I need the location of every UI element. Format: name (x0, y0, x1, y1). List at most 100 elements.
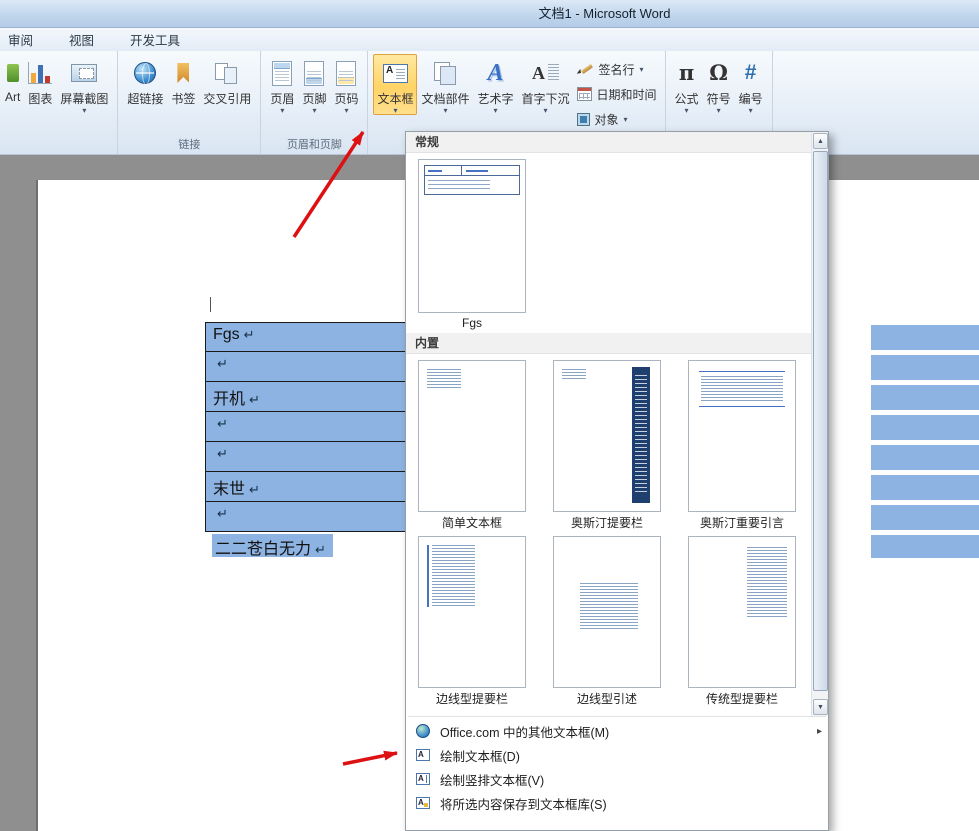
chevron-down-icon: ▾ (280, 107, 284, 114)
ribbon-group-header-footer: 页眉 ▾ 页脚 ▾ 页码 ▾ 页眉和页脚 (261, 51, 368, 154)
quick-parts-button[interactable]: 文档部件 ▾ (417, 54, 473, 114)
scroll-down-button[interactable]: ▼ (813, 699, 828, 715)
footer-label: 页脚 (302, 90, 326, 107)
number-button[interactable]: # 编号 ▾ (735, 54, 767, 114)
footer-button[interactable]: 页脚 ▾ (298, 54, 330, 114)
signature-pen-icon (577, 62, 594, 77)
symbol-button[interactable]: Ω 符号 ▾ (703, 54, 735, 114)
gallery-item-austin-sidebar[interactable] (553, 360, 661, 512)
gallery-item-austin-quote[interactable] (688, 360, 796, 512)
gallery-scrollbar[interactable]: ▲ ▼ (811, 132, 828, 716)
links-group-label: 链接 (118, 136, 260, 152)
submenu-arrow-icon: ▸ (817, 726, 822, 737)
number-label: 编号 (739, 90, 763, 107)
chart-label: 图表 (28, 90, 52, 107)
simple-text-box-preview (427, 369, 461, 389)
cross-reference-icon (215, 63, 239, 83)
number-sign-icon: # (745, 62, 757, 84)
draw-text-box-icon: A (415, 747, 431, 763)
calendar-icon (577, 87, 592, 101)
gallery-item-edge-quote[interactable] (553, 536, 661, 688)
chart-icon (28, 62, 52, 84)
gallery-item-traditional-sidebar[interactable] (688, 536, 796, 688)
gallery-item-label: Fgs (418, 316, 526, 330)
tab-view[interactable]: 视图 (65, 28, 98, 51)
table-row[interactable]: ↵ (205, 442, 405, 472)
table-cell-text: 末世 (213, 481, 245, 498)
table-row-highlight-right (871, 325, 979, 350)
fgs-preview-table (424, 165, 520, 195)
hyperlink-button[interactable]: 超链接 (123, 54, 167, 107)
paragraph-mark: ↵ (217, 506, 228, 521)
equation-pi-icon: π (679, 62, 694, 84)
symbol-omega-icon: Ω (709, 62, 728, 84)
screenshot-button[interactable]: 屏幕截图 ▾ (56, 54, 112, 114)
document-table: Fgs↵ ↵ 开机↵ ↵ ↵ 末世 ↵ ↵ (205, 322, 405, 532)
selected-paragraph[interactable]: 二二苍白无力↵ (212, 534, 333, 557)
smartart-button[interactable]: Art (5, 54, 24, 104)
word-art-icon: A (488, 61, 504, 85)
scroll-up-button[interactable]: ▲ (813, 133, 828, 149)
drop-cap-label: 首字下沉 (522, 90, 570, 107)
table-row[interactable]: 末世 ↵ (205, 472, 405, 502)
selected-paragraph-text: 二二苍白无力 (215, 541, 311, 558)
date-time-label: 日期和时间 (597, 86, 657, 103)
menu-item-draw-text-box[interactable]: A 绘制文本框(D) (406, 743, 828, 767)
scroll-up-icon: ▲ (817, 138, 824, 145)
officecom-globe-icon (415, 723, 431, 739)
screenshot-label: 屏幕截图 (60, 90, 108, 107)
text-box-button[interactable]: A 文本框 ▾ (373, 54, 417, 115)
window-title: 文档1 - Microsoft Word (539, 6, 671, 21)
hyperlink-globe-icon (134, 62, 156, 84)
page-number-button[interactable]: 页码 ▾ (330, 54, 362, 114)
paragraph-mark: ↵ (217, 356, 228, 371)
signature-line-button[interactable]: 签名行 ▾ (574, 58, 660, 80)
drop-cap-icon: A (532, 64, 559, 82)
quick-parts-icon (434, 62, 457, 84)
tab-developer[interactable]: 开发工具 (126, 28, 184, 51)
table-row[interactable]: 开机↵ (205, 382, 405, 412)
word-art-button[interactable]: A 艺术字 ▾ (474, 54, 518, 114)
drop-cap-button[interactable]: A 首字下沉 ▾ (518, 54, 574, 114)
paragraph-mark: ↵ (249, 482, 260, 497)
gallery-item-edge-sidebar[interactable] (418, 536, 526, 688)
gallery-item-fgs[interactable] (418, 159, 526, 313)
bookmark-button[interactable]: 书签 (167, 54, 199, 107)
gallery-item-label: 边线型引述 (553, 690, 661, 707)
menu-item-draw-vertical-text-box[interactable]: A 绘制竖排文本框(V) (406, 767, 828, 791)
menu-item-label: 将所选内容保存到文本框库(S) (440, 794, 822, 813)
scrollbar-thumb[interactable] (813, 151, 828, 691)
menu-item-officecom-textboxes[interactable]: Office.com 中的其他文本框(M) ▸ (406, 719, 828, 743)
equation-button[interactable]: π 公式 ▾ (671, 54, 703, 114)
menu-item-save-selection-to-gallery[interactable]: A 将所选内容保存到文本框库(S) (406, 791, 828, 815)
chevron-down-icon: ▾ (82, 107, 86, 114)
table-row[interactable]: ↵ (205, 502, 405, 532)
chevron-down-icon: ▾ (717, 107, 721, 114)
table-row[interactable]: ↵ (205, 412, 405, 442)
austin-sidebar-preview (562, 369, 586, 380)
paragraph-mark: ↵ (249, 392, 260, 407)
smartart-icon (7, 64, 19, 82)
cross-reference-button[interactable]: 交叉引用 (199, 54, 255, 107)
menu-item-label: 绘制竖排文本框(V) (440, 770, 822, 789)
table-row-highlight-right (871, 445, 979, 470)
symbol-label: 符号 (707, 90, 731, 107)
table-row[interactable]: Fgs↵ (205, 322, 405, 352)
chevron-down-icon: ▾ (749, 107, 753, 114)
chart-button[interactable]: 图表 (24, 54, 56, 107)
chevron-down-icon: ▾ (685, 107, 689, 114)
menu-separator (408, 716, 826, 717)
word-window: { "title_bar": { "title": "文档1 - Microso… (0, 0, 979, 831)
table-row[interactable]: ↵ (205, 352, 405, 382)
gallery-item-simple-text-box[interactable] (418, 360, 526, 512)
page-number-label: 页码 (334, 90, 358, 107)
header-icon (272, 61, 292, 86)
chevron-down-icon: ▾ (544, 107, 548, 114)
header-button[interactable]: 页眉 ▾ (266, 54, 298, 114)
text-cursor (210, 297, 211, 312)
object-button[interactable]: 对象 ▾ (574, 108, 660, 130)
header-footer-group-label: 页眉和页脚 (261, 136, 367, 152)
menu-item-label: 绘制文本框(D) (440, 746, 822, 765)
date-time-button[interactable]: 日期和时间 (574, 83, 660, 105)
tab-review[interactable]: 审阅 (4, 28, 37, 51)
